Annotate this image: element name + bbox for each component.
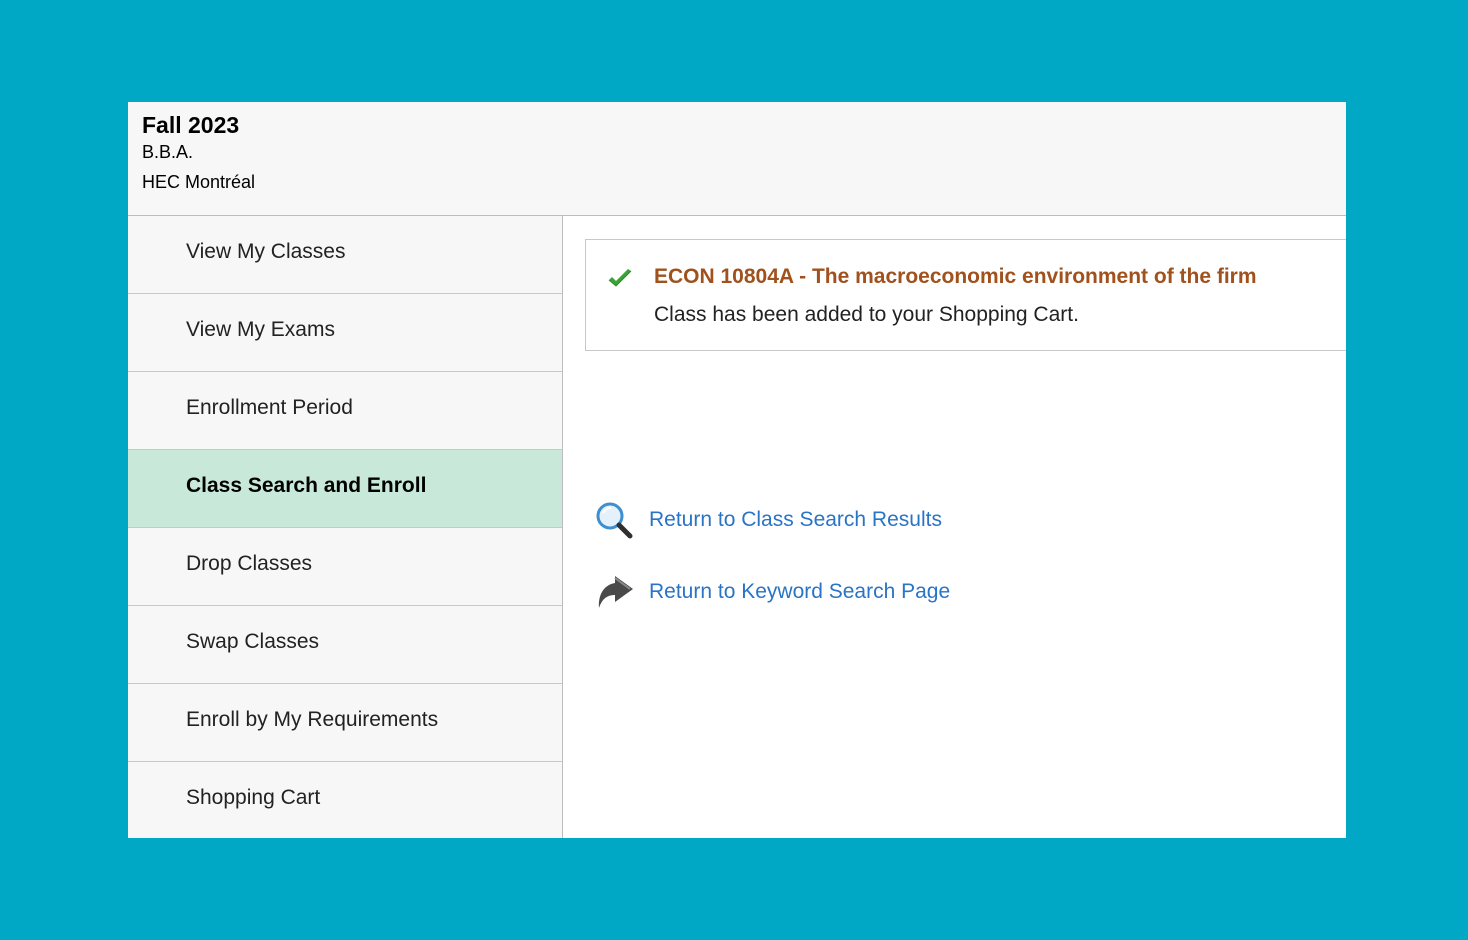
sidebar-item-label: Enroll by My Requirements (186, 708, 439, 731)
sidebar-item-swap-classes[interactable]: Swap Classes (128, 606, 562, 684)
sidebar-item-view-my-exams[interactable]: View My Exams (128, 294, 562, 372)
sidebar-item-view-my-classes[interactable]: View My Classes (128, 216, 562, 294)
link-label: Return to Keyword Search Page (649, 580, 951, 603)
career-label: B.B.A. (142, 142, 194, 162)
main-content: ECON 10804A - The macroeconomic environm… (563, 216, 1346, 838)
institution-label: HEC Montréal (142, 172, 256, 192)
sidebar-item-label: Enrollment Period (186, 396, 353, 419)
sidebar-item-label: Drop Classes (186, 552, 313, 575)
page-header: Fall 2023 B.B.A. HEC Montréal (128, 102, 1346, 216)
sidebar-nav: View My Classes View My Exams Enrollment… (128, 216, 563, 838)
sidebar-item-label: Shopping Cart (186, 786, 321, 809)
sidebar-item-label: Class Search and Enroll (186, 474, 427, 497)
sidebar-item-enroll-by-my-requirements[interactable]: Enroll by My Requirements (128, 684, 562, 762)
sidebar-item-label: View My Exams (186, 318, 335, 341)
sidebar-item-label: View My Classes (186, 240, 346, 263)
link-label: Return to Class Search Results (649, 508, 942, 531)
app-frame: Fall 2023 B.B.A. HEC Montréal View My Cl… (128, 102, 1346, 838)
search-icon (596, 502, 633, 539)
message-title: ECON 10804A - The macroeconomic environm… (654, 265, 1257, 288)
term-title: Fall 2023 (142, 112, 240, 138)
confirmation-message: ECON 10804A - The macroeconomic environm… (585, 239, 1346, 351)
sidebar-item-class-search-and-enroll[interactable]: Class Search and Enroll (128, 450, 562, 528)
return-arrow-icon (598, 576, 633, 608)
sidebar-item-label: Swap Classes (186, 630, 320, 653)
sidebar-item-drop-classes[interactable]: Drop Classes (128, 528, 562, 606)
check-icon (608, 269, 632, 287)
sidebar-item-shopping-cart[interactable]: Shopping Cart (128, 762, 562, 838)
sidebar-item-enrollment-period[interactable]: Enrollment Period (128, 372, 562, 450)
message-text: Class has been added to your Shopping Ca… (654, 303, 1079, 326)
